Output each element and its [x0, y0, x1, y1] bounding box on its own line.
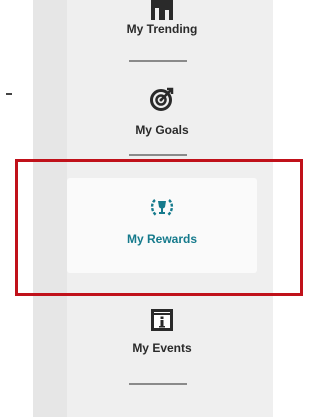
sidebar-item-my-goals[interactable]: My Goals — [67, 87, 257, 137]
bar-chart-icon — [150, 0, 174, 22]
sidebar-divider — [129, 60, 187, 62]
sidebar-item-label: My Goals — [135, 123, 189, 137]
target-icon — [150, 87, 174, 111]
sidebar-item-label: My Trending — [126, 22, 198, 36]
sidebar-divider — [129, 383, 187, 385]
sidebar-item-my-events[interactable]: My Events — [67, 309, 257, 355]
info-calendar-icon — [151, 309, 173, 331]
dash-mark — [6, 93, 12, 95]
sidebar-item-label: My Events — [132, 341, 192, 355]
sidebar-divider — [129, 154, 187, 156]
highlight-box — [15, 159, 303, 296]
sidebar-item-my-trending[interactable]: My Trending — [67, 0, 257, 36]
